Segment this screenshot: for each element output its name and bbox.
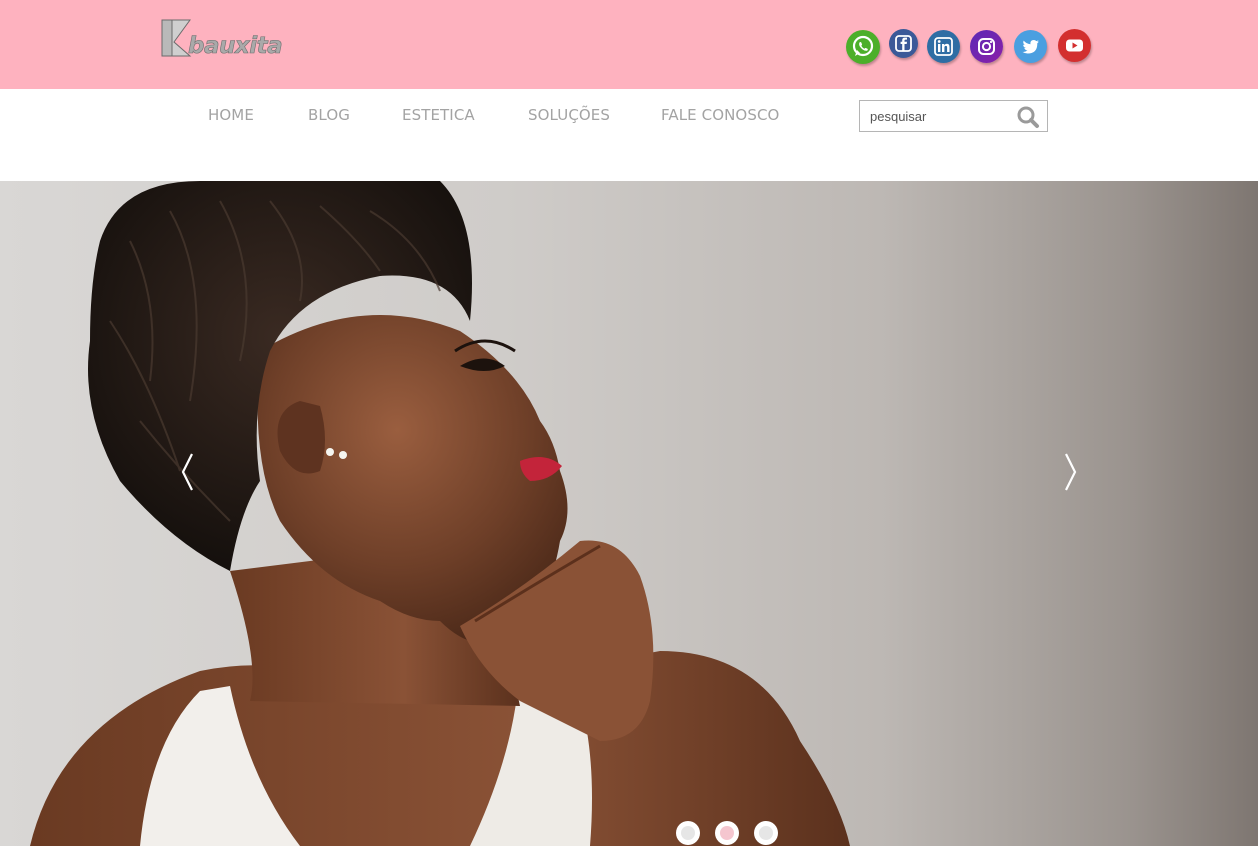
chevron-left-icon[interactable] [180,452,196,492]
whatsapp-icon [852,35,874,57]
slider-dot-2[interactable] [715,821,739,845]
main-navigation [0,89,1258,181]
nav-item-estetica[interactable]: ESTETICA [402,106,475,124]
slider-dot-fill [759,826,773,840]
slider-dot-3[interactable] [754,821,778,845]
slider-dot-fill [720,826,734,840]
chevron-right-icon[interactable] [1062,452,1078,492]
twitter-icon [1022,40,1039,54]
nav-item-blog[interactable]: BLOG [308,106,350,124]
instagram-icon [978,38,995,55]
nav-item-solucoes[interactable]: SOLUÇÕES [528,106,610,124]
search-input[interactable] [860,101,1020,131]
twitter-link[interactable] [1014,30,1047,63]
youtube-link[interactable] [1058,29,1091,62]
logo-text: bauxita [188,33,283,59]
facebook-icon [895,35,912,52]
nav-item-fale-conosco[interactable]: FALE CONOSCO [661,106,779,124]
slider-dot-fill [681,826,695,840]
youtube-icon [1066,39,1083,52]
nav-item-home[interactable]: HOME [208,106,254,124]
site-logo[interactable]: bauxita [160,18,284,60]
slider-dot-1[interactable] [676,821,700,845]
linkedin-link[interactable] [927,30,960,63]
whatsapp-link[interactable] [846,30,880,64]
hero-slider [0,181,1258,846]
search-box [859,100,1048,132]
instagram-link[interactable] [970,30,1003,63]
hero-image [30,181,850,846]
linkedin-icon [934,37,953,56]
search-icon[interactable] [1015,104,1041,130]
facebook-link[interactable] [889,29,918,58]
